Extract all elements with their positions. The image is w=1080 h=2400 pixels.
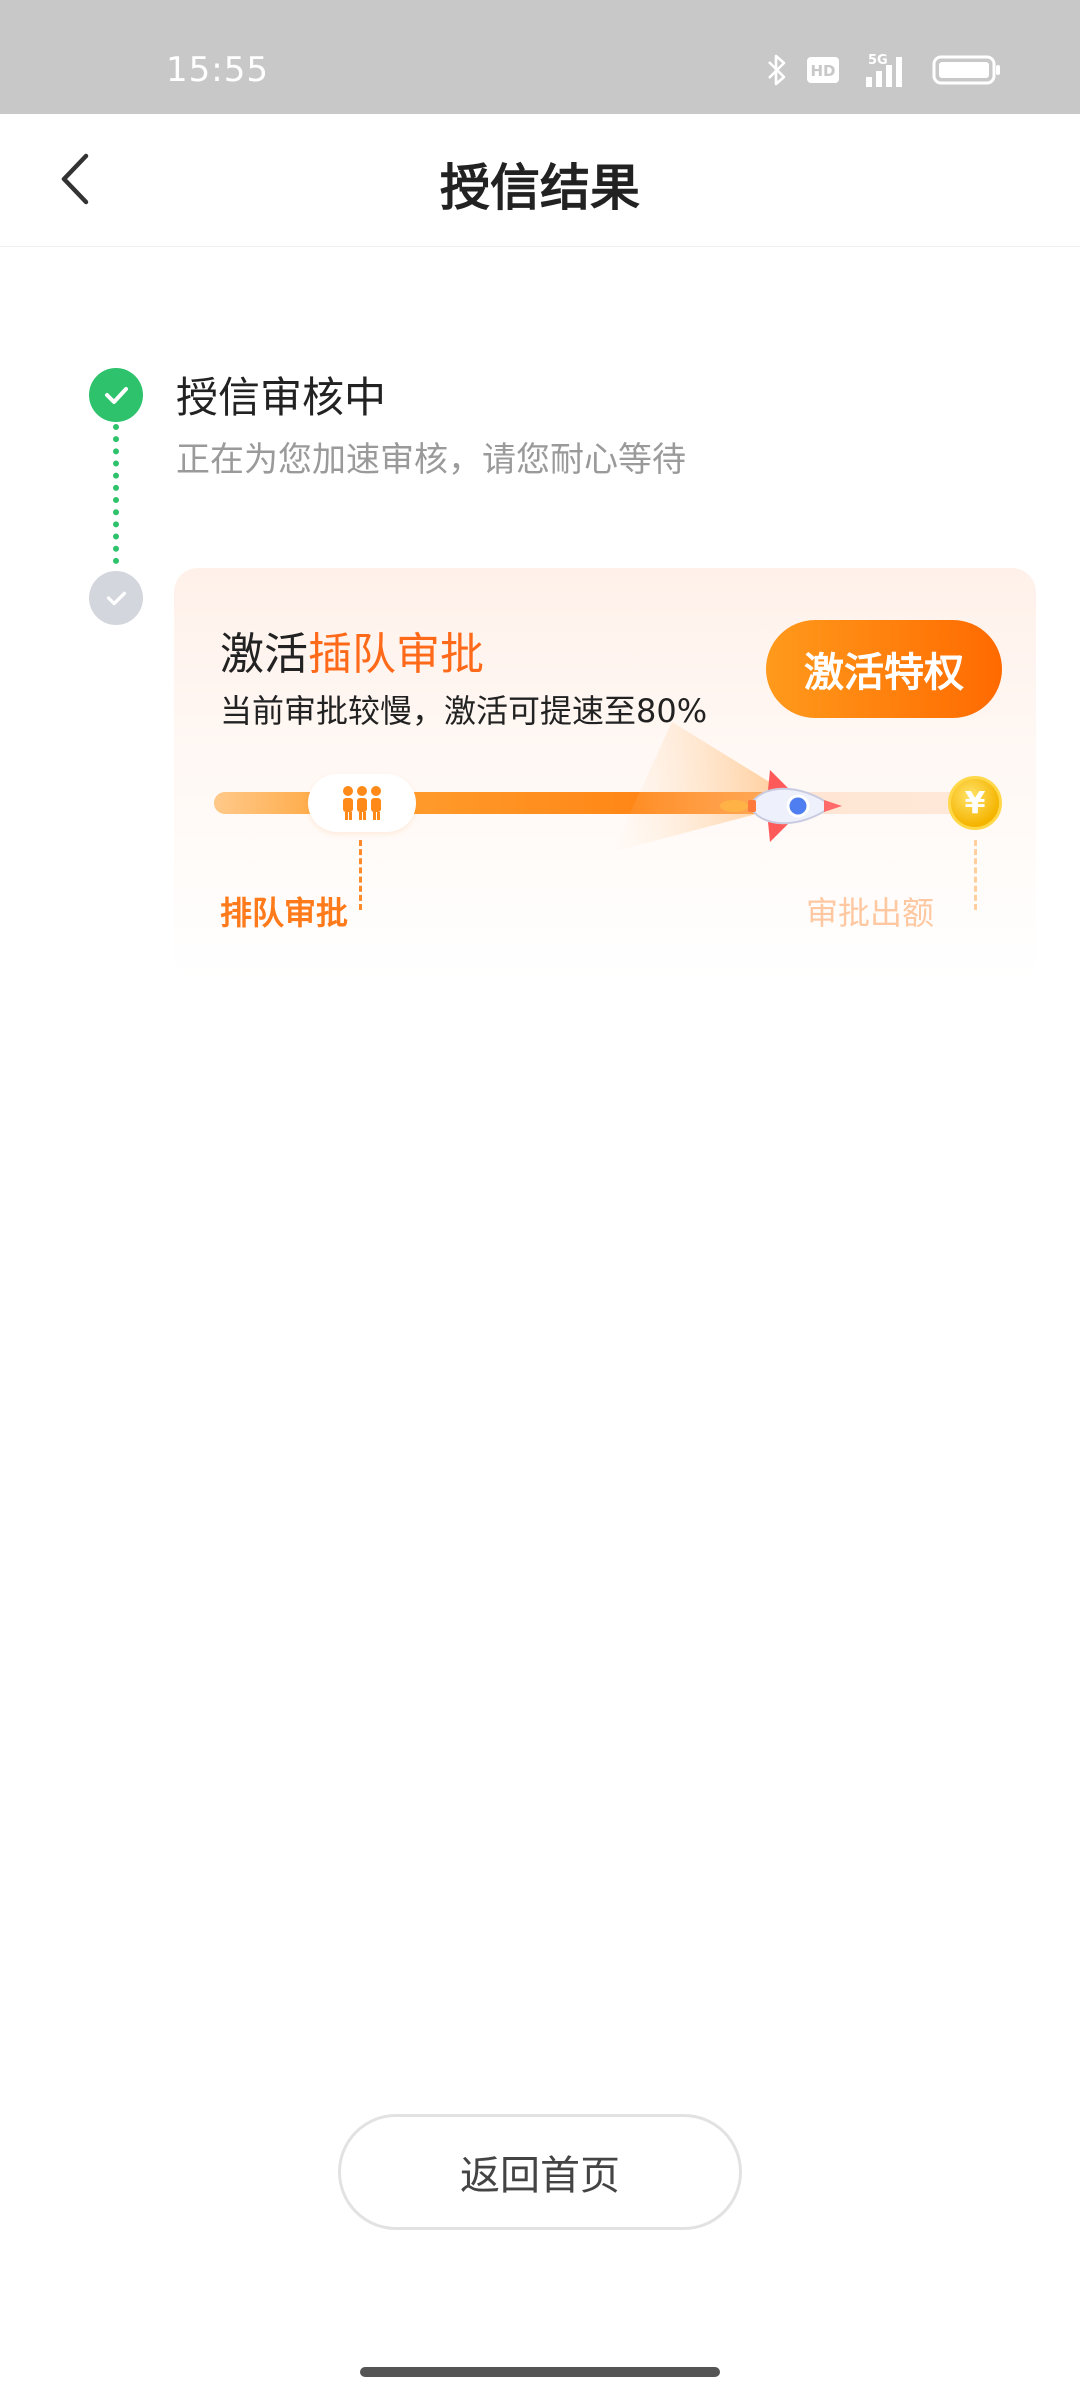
timeline-connector bbox=[113, 424, 119, 564]
end-marker-line bbox=[974, 840, 977, 910]
people-icon bbox=[343, 786, 381, 820]
card-title-prefix: 激活 bbox=[220, 629, 308, 680]
yen-coin-icon: ¥ bbox=[948, 776, 1002, 830]
check-icon bbox=[106, 591, 127, 606]
hd-icon: HD bbox=[807, 57, 839, 83]
approval-progress: ¥ bbox=[214, 722, 1014, 910]
network-label: 5G bbox=[868, 53, 888, 68]
rocket-icon bbox=[720, 770, 842, 842]
step-subtitle: 正在为您加速审核，请您耐心等待 bbox=[176, 440, 686, 480]
queue-approval-label: 排队审批 bbox=[220, 894, 349, 932]
card-title: 激活插队审批 bbox=[220, 618, 484, 682]
return-home-button[interactable]: 返回首页 bbox=[338, 2114, 742, 2230]
status-bar: 15:55 HD 5G bbox=[0, 0, 1080, 114]
battery-icon bbox=[932, 55, 1000, 85]
coin-symbol: ¥ bbox=[964, 785, 986, 821]
home-indicator bbox=[360, 2367, 720, 2377]
nav-bar: 授信结果 bbox=[0, 114, 1080, 247]
activate-privilege-button[interactable]: 激活特权 bbox=[766, 620, 1002, 718]
check-icon bbox=[105, 387, 128, 404]
status-icons: HD 5G bbox=[766, 50, 1002, 90]
step-title: 授信审核中 bbox=[176, 373, 387, 422]
card-title-highlight: 插队审批 bbox=[308, 629, 484, 680]
page-title: 授信结果 bbox=[440, 159, 640, 217]
5g-signal-icon: 5G bbox=[866, 53, 902, 87]
start-marker-line bbox=[359, 840, 362, 910]
priority-approval-card: 激活插队审批 当前审批较慢，激活可提速至80% 激活特权 ¥ 排队审批 审批出额 bbox=[174, 568, 1036, 980]
queue-marker bbox=[308, 774, 416, 832]
step-done-indicator bbox=[89, 368, 143, 422]
bluetooth-icon bbox=[768, 54, 786, 86]
step-pending-indicator bbox=[89, 571, 143, 625]
hd-label: HD bbox=[810, 62, 835, 80]
approval-amount-label: 审批出额 bbox=[806, 894, 935, 932]
status-time: 15:55 bbox=[166, 50, 269, 90]
